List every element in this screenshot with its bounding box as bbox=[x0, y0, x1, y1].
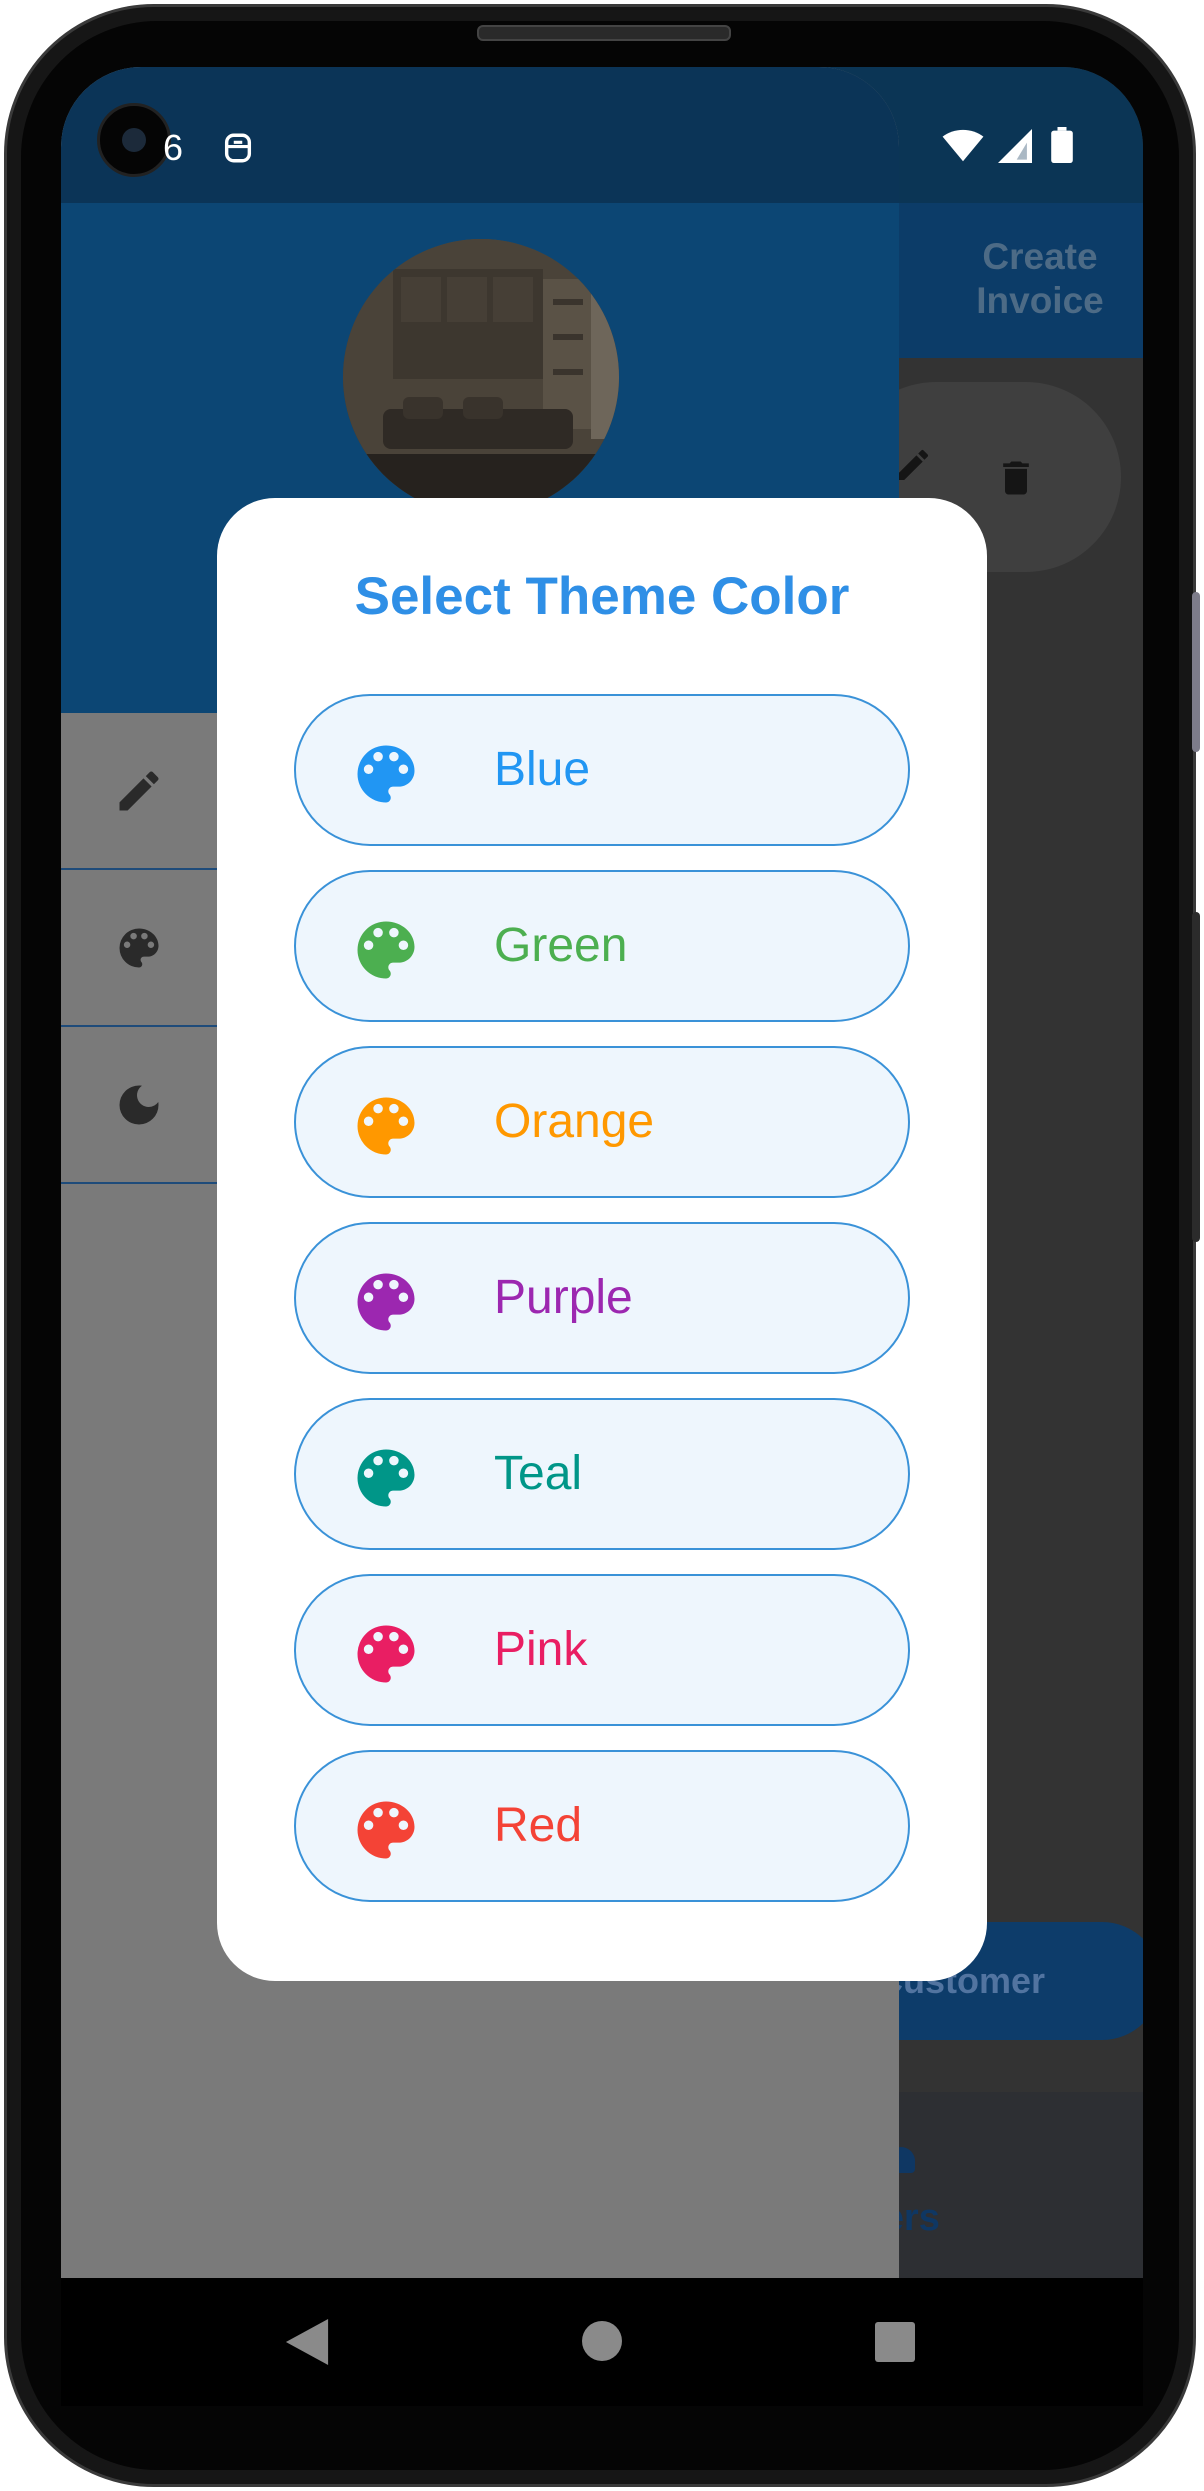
theme-option-label: Pink bbox=[494, 1623, 588, 1676]
palette-icon bbox=[357, 1449, 415, 1507]
theme-option-pink[interactable]: Pink bbox=[294, 1574, 910, 1726]
palette-icon bbox=[357, 1625, 415, 1683]
palette-icon bbox=[357, 745, 415, 803]
pencil-icon bbox=[119, 771, 159, 811]
palette-icon bbox=[119, 928, 159, 968]
theme-option-label: Purple bbox=[494, 1271, 633, 1324]
moon-icon bbox=[119, 1085, 159, 1125]
theme-color-dialog: Select Theme Color Blue Green Orange Pur… bbox=[217, 498, 987, 1981]
theme-option-blue[interactable]: Blue bbox=[294, 694, 910, 846]
theme-option-orange[interactable]: Orange bbox=[294, 1046, 910, 1198]
status-bar-right bbox=[942, 127, 1073, 168]
notification-icon bbox=[225, 133, 252, 163]
dialog-title: Select Theme Color bbox=[354, 567, 850, 626]
theme-option-green[interactable]: Green bbox=[294, 870, 910, 1022]
palette-icon bbox=[357, 1273, 415, 1331]
status-notification-count: 6 bbox=[163, 127, 184, 168]
earpiece-speaker bbox=[477, 25, 731, 41]
battery-icon bbox=[1051, 127, 1073, 163]
palette-icon bbox=[357, 921, 415, 979]
room-photo bbox=[343, 239, 619, 515]
front-camera bbox=[97, 103, 171, 177]
home-icon[interactable] bbox=[582, 2321, 622, 2361]
theme-option-teal[interactable]: Teal bbox=[294, 1398, 910, 1550]
palette-icon bbox=[357, 1801, 415, 1859]
create-invoice-button[interactable]: Create Invoice bbox=[965, 235, 1115, 323]
system-navigation-bar bbox=[61, 2278, 1143, 2406]
back-icon[interactable] bbox=[285, 2319, 329, 2365]
theme-option-red[interactable]: Red bbox=[294, 1750, 910, 1902]
power-button bbox=[1192, 592, 1200, 752]
theme-option-label: Orange bbox=[494, 1095, 655, 1148]
theme-option-label: Green bbox=[494, 919, 628, 972]
volume-button bbox=[1192, 912, 1200, 1242]
profile-avatar[interactable] bbox=[343, 239, 619, 515]
theme-option-label: Blue bbox=[494, 743, 591, 796]
theme-color-options: Blue Green Orange Purple Teal Pink Red bbox=[294, 694, 910, 1926]
theme-option-label: Teal bbox=[494, 1447, 583, 1500]
recents-icon[interactable] bbox=[875, 2322, 915, 2362]
edit-icon[interactable] bbox=[893, 445, 933, 485]
theme-option-label: Red bbox=[494, 1799, 583, 1852]
wifi-icon bbox=[942, 129, 984, 162]
cellular-signal-icon bbox=[997, 129, 1032, 163]
status-bar-left: 6 bbox=[163, 127, 255, 169]
delete-icon[interactable] bbox=[994, 452, 1038, 504]
theme-option-purple[interactable]: Purple bbox=[294, 1222, 910, 1374]
palette-icon bbox=[357, 1097, 415, 1155]
